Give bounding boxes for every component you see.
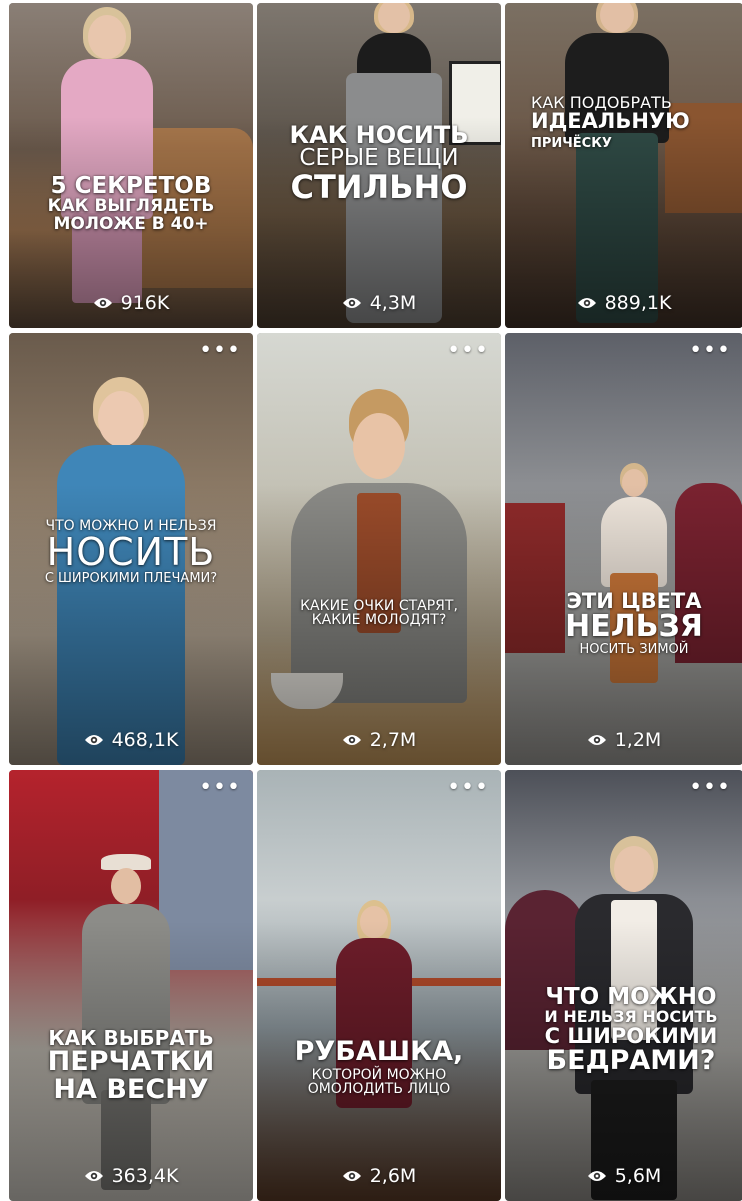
caption-line: СТИЛЬНО xyxy=(290,167,468,206)
caption-line: НОСИТЬ ЗИМОЙ xyxy=(579,642,689,657)
views-counter: 889,1K xyxy=(505,292,742,314)
eye-icon xyxy=(577,298,596,308)
caption-line: С ШИРОКИМИ ПЛЕЧАМИ? xyxy=(44,571,218,587)
video-tile-5[interactable]: ••• КАКИЕ ОЧКИ СТАРЯТ, КАКИЕ МОЛОДЯТ? 2,… xyxy=(257,333,501,765)
caption-line: С ШИРОКИМИ xyxy=(544,1023,718,1048)
views-counter: 2,7M xyxy=(257,729,501,751)
caption-line: НЕЛЬЗЯ xyxy=(565,609,703,645)
thumbnail-shade xyxy=(505,3,742,328)
caption-line: ПЕРЧАТКИ xyxy=(47,1046,215,1078)
video-grid: 5 СЕКРЕТОВ КАК ВЫГЛЯДЕТЬ МОЛОЖЕ В 40+ 91… xyxy=(0,0,742,1201)
thumbnail-shade xyxy=(257,333,501,765)
more-dots-icon[interactable]: ••• xyxy=(447,340,489,362)
video-tile-2[interactable]: КАК НОСИТЬ СЕРЫЕ ВЕЩИ СТИЛЬНО 4,3M xyxy=(257,3,501,328)
views-count: 363,4K xyxy=(111,1165,179,1187)
eye-icon xyxy=(84,735,103,745)
video-tile-8[interactable]: ••• РУБАШКА, КОТОРОЙ МОЖНО ОМОЛОДИТЬ ЛИЦ… xyxy=(257,770,501,1201)
thumbnail-shade xyxy=(505,333,742,765)
thumbnail-shade xyxy=(9,3,253,328)
views-counter: 468,1K xyxy=(9,729,253,751)
caption-line: ПРИЧЁСКУ xyxy=(531,135,612,151)
eye-icon xyxy=(587,735,606,745)
thumbnail-shade xyxy=(257,770,501,1201)
eye-icon xyxy=(342,298,361,308)
video-caption: КАК ПОДОБРАТЬ ИДЕАЛЬНУЮ ПРИЧЁСКУ xyxy=(531,94,742,151)
more-dots-icon[interactable]: ••• xyxy=(199,777,241,799)
more-dots-icon[interactable]: ••• xyxy=(689,340,731,362)
video-tile-6[interactable]: ••• ЭТИ ЦВЕТА НЕЛЬЗЯ НОСИТЬ ЗИМОЙ 1,2M xyxy=(505,333,742,765)
views-counter: 5,6M xyxy=(505,1165,742,1187)
views-count: 1,2M xyxy=(614,729,662,751)
eye-icon xyxy=(342,1171,361,1181)
views-count: 889,1K xyxy=(604,292,672,314)
video-tile-3[interactable]: КАК ПОДОБРАТЬ ИДЕАЛЬНУЮ ПРИЧЁСКУ 889,1K xyxy=(505,3,742,328)
caption-line: НОСИТЬ xyxy=(46,530,216,575)
caption-line: НА ВЕСНУ xyxy=(53,1073,209,1105)
caption-line: МОЛОЖЕ В 40+ xyxy=(53,213,209,234)
caption-line: КАК НОСИТЬ xyxy=(289,121,469,149)
views-count: 2,6M xyxy=(369,1165,417,1187)
video-caption: 5 СЕКРЕТОВ КАК ВЫГЛЯДЕТЬ МОЛОЖЕ В 40+ xyxy=(9,173,253,234)
views-counter: 363,4K xyxy=(9,1165,253,1187)
caption-line: ЧТО МОЖНО xyxy=(545,984,717,1010)
video-tile-1[interactable]: 5 СЕКРЕТОВ КАК ВЫГЛЯДЕТЬ МОЛОЖЕ В 40+ 91… xyxy=(9,3,253,328)
views-counter: 4,3M xyxy=(257,292,501,314)
video-caption: КАКИЕ ОЧКИ СТАРЯТ, КАКИЕ МОЛОДЯТ? xyxy=(257,599,501,628)
eye-icon xyxy=(342,735,361,745)
views-counter: 1,2M xyxy=(505,729,742,751)
video-caption: КАК ВЫБРАТЬ ПЕРЧАТКИ НА ВЕСНУ xyxy=(9,1028,253,1103)
views-count: 5,6M xyxy=(614,1165,662,1187)
caption-line: БЕДРАМИ? xyxy=(546,1045,716,1077)
video-tile-7[interactable]: ••• КАК ВЫБРАТЬ ПЕРЧАТКИ НА ВЕСНУ 363,4K xyxy=(9,770,253,1201)
caption-line: РУБАШКА, xyxy=(294,1036,464,1067)
caption-line: КАКИЕ МОЛОДЯТ? xyxy=(311,612,447,629)
more-dots-icon[interactable]: ••• xyxy=(447,777,489,799)
caption-line: ОМОЛОДИТЬ ЛИЦО xyxy=(307,1080,451,1097)
views-count: 916K xyxy=(120,292,170,314)
video-caption: ЧТО МОЖНО И НЕЛЬЗЯ НОСИТЬ С ШИРОКИМИ БЕД… xyxy=(535,984,727,1077)
more-dots-icon[interactable]: ••• xyxy=(199,340,241,362)
eye-icon xyxy=(587,1171,606,1181)
video-tile-9[interactable]: ••• ЧТО МОЖНО И НЕЛЬЗЯ НОСИТЬ С ШИРОКИМИ… xyxy=(505,770,742,1201)
caption-line: ИДЕАЛЬНУЮ xyxy=(531,109,690,134)
eye-icon xyxy=(84,1171,103,1181)
caption-line: КАК ВЫБРАТЬ xyxy=(48,1026,214,1050)
more-dots-icon[interactable]: ••• xyxy=(689,777,731,799)
video-caption: ЭТИ ЦВЕТА НЕЛЬЗЯ НОСИТЬ ЗИМОЙ xyxy=(545,590,723,657)
thumbnail-shade xyxy=(9,770,253,1201)
caption-line: КОТОРОЙ МОЖНО xyxy=(311,1066,447,1083)
views-count: 2,7M xyxy=(369,729,417,751)
views-count: 4,3M xyxy=(369,292,417,314)
video-tile-4[interactable]: ••• ЧТО МОЖНО И НЕЛЬЗЯ НОСИТЬ С ШИРОКИМИ… xyxy=(9,333,253,765)
views-counter: 2,6M xyxy=(257,1165,501,1187)
eye-icon xyxy=(93,298,112,308)
video-caption: РУБАШКА, КОТОРОЙ МОЖНО ОМОЛОДИТЬ ЛИЦО xyxy=(257,1038,501,1096)
video-caption: ЧТО МОЖНО И НЕЛЬЗЯ НОСИТЬ С ШИРОКИМИ ПЛЕ… xyxy=(9,519,253,587)
views-counter: 916K xyxy=(9,292,253,314)
video-caption: КАК НОСИТЬ СЕРЫЕ ВЕЩИ СТИЛЬНО xyxy=(257,123,501,204)
views-count: 468,1K xyxy=(111,729,179,751)
caption-line: 5 СЕКРЕТОВ xyxy=(50,173,212,199)
